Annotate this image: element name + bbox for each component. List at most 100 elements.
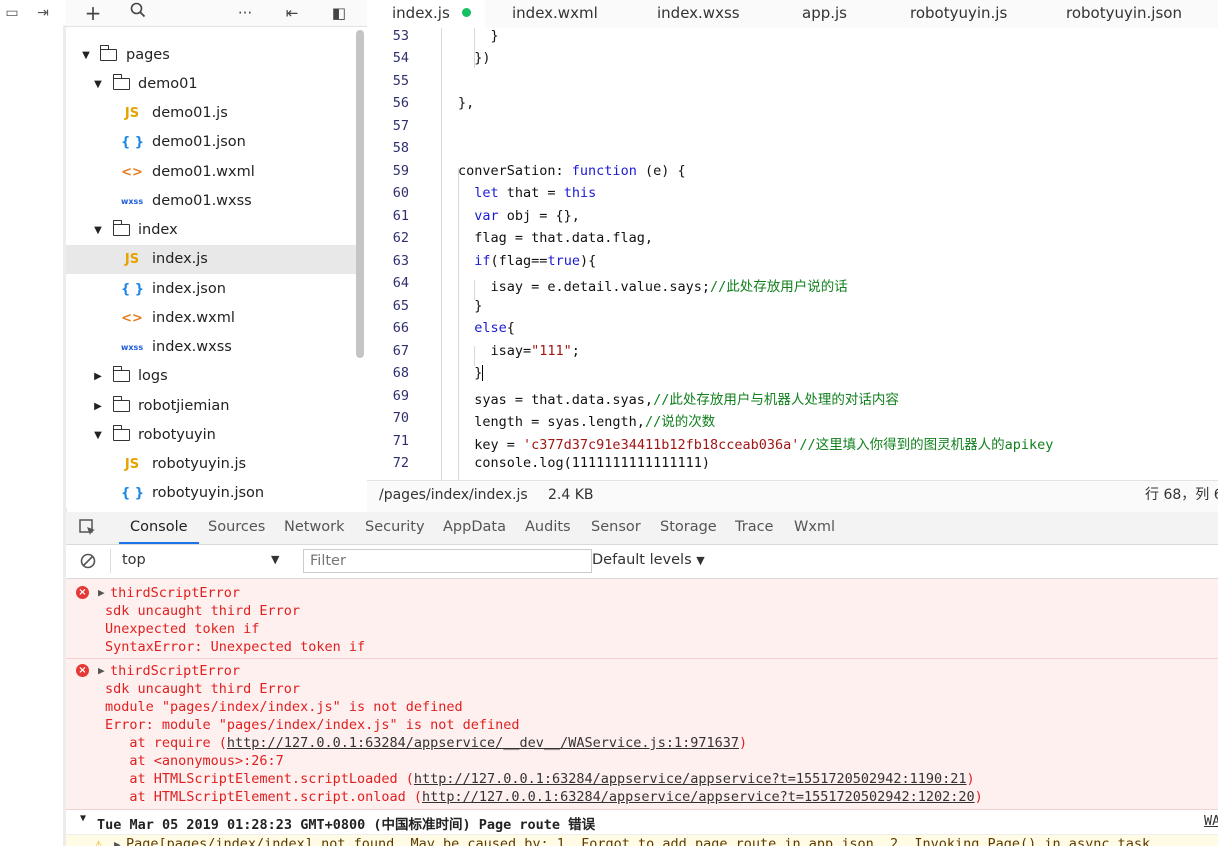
code-line: flag = that.data.flag, [458,230,654,246]
console-output: × ▶ thirdScriptError sdk uncaught third … [66,579,1218,846]
tree-folder-robotyuyin[interactable]: ▼ robotyuyin [66,421,356,450]
code-line: length = syas.length,//说的次数 [458,414,716,430]
code-line: isay = e.detail.value.says;//此处存放用户说的话 [458,279,848,295]
line-number: 58 [392,140,409,156]
line-number: 61 [392,208,409,224]
line-number: 56 [392,95,409,111]
json-file-icon: { } [121,282,145,297]
tab-storage[interactable]: Storage [660,512,717,544]
tab-console[interactable]: Console [119,512,199,544]
toggle-sidebar-icon[interactable]: ◧ [328,2,350,24]
tab-security[interactable]: Security [365,512,425,544]
js-file-icon: JS [124,252,140,267]
tab-index-js[interactable]: index.js [367,0,485,28]
exit-panel-icon[interactable]: ⇥ [34,5,52,21]
line-number: 66 [392,320,409,336]
tree-scrollbar[interactable] [356,30,364,358]
console-error-entry[interactable]: × ▶ thirdScriptError sdk uncaught third … [66,659,1218,810]
code-line: if(flag==true){ [474,253,597,269]
code-line: else{ [474,320,515,336]
tree-file-robotyuyin-js[interactable]: JS robotyuyin.js [66,450,356,479]
line-number: 71 [392,433,409,449]
log-levels-select[interactable]: Default levels ▼ [592,552,705,568]
chevron-right-icon: ▶ [114,838,121,846]
json-file-icon: { } [121,486,145,501]
line-number: 62 [392,230,409,246]
tree-file-demo01-wxml[interactable]: <> demo01.wxml [66,158,356,187]
tree-folder-logs[interactable]: ▶ logs [66,362,356,391]
tree-file-index-wxml[interactable]: <> index.wxml [66,304,356,333]
error-icon: × [76,664,89,677]
tree-folder-pages[interactable]: ▼ pages [66,41,356,70]
tree-file-demo01-js[interactable]: JS demo01.js [66,99,356,128]
console-error-entry[interactable]: × ▶ thirdScriptError sdk uncaught third … [66,579,1218,659]
line-number: 59 [392,163,409,179]
wxss-file-icon: wxss [121,343,144,352]
inspect-element-icon[interactable] [79,518,97,538]
js-file-icon: JS [124,106,140,121]
clear-console-icon[interactable] [80,553,96,573]
chevron-right-icon[interactable]: ▶ [98,662,105,680]
dropdown-arrow-icon: ▼ [271,553,280,566]
stack-link[interactable]: http://127.0.0.1:63284/appservice/__dev_… [227,735,739,751]
tab-robotyuyin-js[interactable]: robotyuyin.js [910,0,1007,28]
chevron-right-icon[interactable]: ▶ [98,584,105,602]
code-editor[interactable]: 53 } 54 }) 55 56 }, 57 58 59 converSatio… [367,28,1218,480]
tree-file-index-json[interactable]: { } index.json [66,275,356,304]
code-line: var obj = {}, [474,208,580,224]
tab-sources[interactable]: Sources [208,512,265,544]
folder-open-icon [112,74,130,90]
code-line: }, [458,95,475,111]
tab-sensor[interactable]: Sensor [591,512,641,544]
add-icon[interactable]: + [82,2,104,24]
cursor-position: 行 68，列 6 [1145,487,1218,503]
search-icon[interactable] [127,2,149,24]
line-number: 64 [392,275,409,291]
folder-open-icon [112,220,130,236]
warning-icon: ⚠ [95,836,103,846]
unsaved-dot-icon [461,8,471,17]
line-number: 63 [392,253,409,269]
tree-folder-demo01[interactable]: ▼ demo01 [66,70,356,99]
more-icon[interactable]: ··· [234,2,256,24]
tab-appdata[interactable]: AppData [443,512,506,544]
tree-file-index-js[interactable]: JS index.js [66,245,356,274]
tree-folder-robotjiemian[interactable]: ▶ robotjiemian [66,392,356,421]
tab-audits[interactable]: Audits [525,512,571,544]
console-warning-entry[interactable]: ⚠ ▶ Page[pages/index/index] not found. M… [66,835,1218,846]
code-line: console.log(1111111111111111) [458,455,710,471]
tab-index-wxss[interactable]: index.wxss [657,0,740,28]
wxml-file-icon: <> [121,311,143,326]
tab-network[interactable]: Network [284,512,345,544]
line-number: 68 [392,365,409,381]
stack-link[interactable]: http://127.0.0.1:63284/appservice/appser… [414,771,967,787]
dropdown-arrow-icon: ▼ [696,554,705,567]
tree-folder-index[interactable]: ▼ index [66,216,356,245]
tab-robotyuyin-json[interactable]: robotyuyin.json [1066,0,1182,28]
tree-file-demo01-wxss[interactable]: wxss demo01.wxss [66,187,356,216]
tab-wxml[interactable]: Wxml [794,512,835,544]
tree-file-demo01-json[interactable]: { } demo01.json [66,128,356,157]
tab-index-wxml[interactable]: index.wxml [512,0,598,28]
tree-file-index-wxss[interactable]: wxss index.wxss [66,333,356,362]
code-line: } [458,28,499,44]
tab-trace[interactable]: Trace [735,512,773,544]
code-line: isay="111"; [458,343,580,359]
window-icon[interactable]: ▭ [4,5,20,21]
filter-input[interactable] [303,549,592,573]
devtools-tabs: Console Sources Network Security AppData… [66,512,1218,545]
context-select[interactable]: top ▼ [110,549,291,573]
tab-app-js[interactable]: app.js [802,0,847,28]
editor-tabs: index.js index.wxml index.wxss app.js ro… [367,0,1218,29]
wxml-file-icon: <> [121,165,143,180]
code-line: }) [458,50,491,66]
folder-open-icon [112,425,130,441]
line-number: 69 [392,388,409,404]
console-group-header[interactable]: ▼ Tue Mar 05 2019 01:28:23 GMT+0800 (中国标… [66,810,1218,835]
line-number: 54 [392,50,409,66]
source-link[interactable]: WA [1204,813,1218,829]
tree-file-robotyuyin-json[interactable]: { } robotyuyin.json [66,479,356,508]
line-number: 53 [392,28,409,44]
collapse-icon[interactable]: ⇤ [281,2,303,24]
stack-link[interactable]: http://127.0.0.1:63284/appservice/appser… [422,789,975,805]
